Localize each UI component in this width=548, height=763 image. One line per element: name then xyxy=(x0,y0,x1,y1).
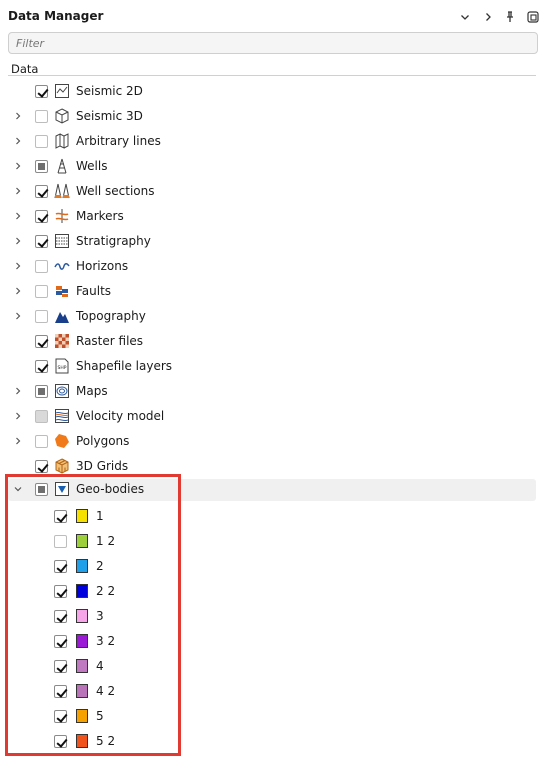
tree-row-checkbox[interactable] xyxy=(35,285,48,298)
chevron-right-icon[interactable] xyxy=(12,410,24,422)
float-window-icon[interactable] xyxy=(524,8,542,26)
panel-title: Data Manager xyxy=(8,9,104,23)
tree-row[interactable]: Markers xyxy=(8,206,536,228)
tree-row-checkbox[interactable] xyxy=(35,110,48,123)
chevron-right-icon[interactable] xyxy=(12,110,24,122)
tree-row-checkbox[interactable] xyxy=(35,360,48,373)
panel-titlebar: Data Manager xyxy=(0,0,548,34)
tree-row-checkbox[interactable] xyxy=(35,310,48,323)
maps-icon xyxy=(54,383,70,399)
highlight-box xyxy=(5,474,181,756)
tree-row-label: Topography xyxy=(76,309,146,323)
chevron-right-icon[interactable] xyxy=(12,385,24,397)
topography-icon xyxy=(54,308,70,324)
arbitrary-lines-icon xyxy=(54,133,70,149)
faults-icon xyxy=(54,283,70,299)
well-sections-icon xyxy=(54,183,70,199)
tree-row[interactable]: Maps xyxy=(8,381,536,403)
tree-row-checkbox[interactable] xyxy=(35,235,48,248)
pin-icon[interactable] xyxy=(501,8,519,26)
tree-row-label: Seismic 2D xyxy=(76,84,143,98)
chevron-down-icon[interactable] xyxy=(456,8,474,26)
data-manager-panel: Data Manager Data Seismic 2D Seismic 3D Ar… xyxy=(0,0,548,763)
chevron-right-icon[interactable] xyxy=(12,310,24,322)
tree-row-checkbox[interactable] xyxy=(35,335,48,348)
chevron-right-icon[interactable] xyxy=(12,285,24,297)
tree-row-label: Markers xyxy=(76,209,124,223)
tree-row-label: Raster files xyxy=(76,334,144,348)
tree-row[interactable]: Seismic 3D xyxy=(8,106,536,128)
shapefile-icon: SHP xyxy=(54,358,70,374)
tree-row-label: Velocity model xyxy=(76,409,165,423)
grids-3d-icon xyxy=(54,458,70,474)
tree-row-checkbox[interactable] xyxy=(35,435,48,448)
tree-row-label: Wells xyxy=(76,159,108,173)
column-header-data: Data xyxy=(8,62,536,76)
seismic-3d-icon xyxy=(54,108,70,124)
markers-icon xyxy=(54,208,70,224)
tree-row-label: Well sections xyxy=(76,184,155,198)
tree-row[interactable]: Raster files xyxy=(8,331,536,353)
svg-text:SHP: SHP xyxy=(58,365,67,371)
chevron-right-icon[interactable] xyxy=(12,210,24,222)
chevron-right-icon[interactable] xyxy=(12,185,24,197)
tree-row-checkbox[interactable] xyxy=(35,260,48,273)
tree-row-label: Maps xyxy=(76,384,108,398)
tree-row-checkbox[interactable] xyxy=(35,460,48,473)
tree-row-checkbox[interactable] xyxy=(35,85,48,98)
tree-row[interactable]: Topography xyxy=(8,306,536,328)
tree-row-label: Horizons xyxy=(76,259,129,273)
tree-row-checkbox[interactable] xyxy=(35,185,48,198)
tree-row[interactable]: Velocity model xyxy=(8,406,536,428)
tree-row[interactable]: Seismic 2D xyxy=(8,81,536,103)
tree-row-label: Shapefile layers xyxy=(76,359,173,373)
chevron-right-icon[interactable] xyxy=(12,260,24,272)
chevron-right-icon[interactable] xyxy=(12,435,24,447)
stratigraphy-icon xyxy=(54,233,70,249)
tree-row-checkbox[interactable] xyxy=(35,210,48,223)
chevron-right-icon[interactable] xyxy=(12,135,24,147)
tree-row[interactable]: Arbitrary lines xyxy=(8,131,536,153)
filter-field[interactable] xyxy=(8,32,538,54)
well-icon xyxy=(54,158,70,174)
seismic-2d-icon xyxy=(54,83,70,99)
tree-row-label: Faults xyxy=(76,284,112,298)
raster-files-icon xyxy=(54,333,70,349)
tree-row-label: Arbitrary lines xyxy=(76,134,161,148)
filter-input[interactable] xyxy=(9,33,537,53)
tree-row-label: Seismic 3D xyxy=(76,109,143,123)
tree-row-checkbox[interactable] xyxy=(35,135,48,148)
tree-row-label: 3D Grids xyxy=(76,459,129,473)
horizons-icon xyxy=(54,258,70,274)
chevron-right-icon[interactable] xyxy=(12,235,24,247)
tree-row-label: Polygons xyxy=(76,434,130,448)
chevron-right-icon[interactable] xyxy=(479,8,497,26)
polygons-icon xyxy=(54,433,70,449)
tree-row[interactable]: Well sections xyxy=(8,181,536,203)
chevron-right-icon[interactable] xyxy=(12,160,24,172)
velocity-model-icon xyxy=(54,408,70,424)
tree-row[interactable]: Stratigraphy xyxy=(8,231,536,253)
tree-row-checkbox[interactable] xyxy=(35,160,48,173)
tree-row-label: Stratigraphy xyxy=(76,234,151,248)
tree-row[interactable]: SHP Shapefile layers xyxy=(8,356,536,378)
tree-row[interactable]: Wells xyxy=(8,156,536,178)
tree-row[interactable]: Polygons xyxy=(8,431,536,453)
tree-row-checkbox[interactable] xyxy=(35,385,48,398)
tree-row[interactable]: Faults xyxy=(8,281,536,303)
tree-row-checkbox[interactable] xyxy=(35,410,48,423)
tree-row[interactable]: Horizons xyxy=(8,256,536,278)
